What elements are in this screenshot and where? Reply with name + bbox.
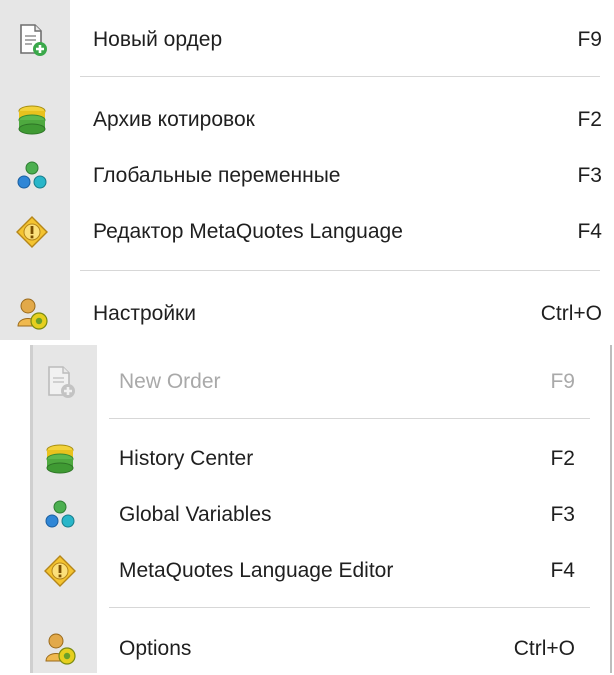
menu-item-options[interactable]: Настройки Ctrl+O xyxy=(0,290,614,338)
history-center-icon xyxy=(42,441,78,477)
menu-item-shortcut: F3 xyxy=(550,503,575,526)
metaeditor-icon xyxy=(14,214,50,250)
menu-item-shortcut: F4 xyxy=(550,559,575,582)
menu-item-shortcut: F2 xyxy=(577,108,602,131)
menu-item-new-order[interactable]: Новый ордер F9 xyxy=(0,16,614,64)
menu-item-label: History Center xyxy=(119,447,254,470)
menu-item-new-order[interactable]: New Order F9 xyxy=(33,358,610,406)
metaeditor-icon xyxy=(42,553,78,589)
options-icon xyxy=(14,296,50,332)
new-order-icon xyxy=(42,364,78,400)
menu-separator xyxy=(109,418,590,419)
history-center-icon xyxy=(14,102,50,138)
new-order-icon xyxy=(14,22,50,58)
menu-item-global-variables[interactable]: Global Variables F3 xyxy=(33,491,610,539)
menu-item-metaeditor[interactable]: Редактор MetaQuotes Language F4 xyxy=(0,208,614,256)
menu-item-history-center[interactable]: History Center F2 xyxy=(33,435,610,483)
menu-item-label: MetaQuotes Language Editor xyxy=(119,559,394,582)
menu-item-shortcut: F4 xyxy=(577,220,602,243)
menu-item-options[interactable]: Options Ctrl+O xyxy=(33,625,610,673)
menu-item-history-center[interactable]: Архив котировок F2 xyxy=(0,96,614,144)
context-menu-russian: Новый ордер F9 Архив котировок F2 Глобал… xyxy=(0,0,614,340)
global-variables-icon xyxy=(14,158,50,194)
menu-item-label: Архив котировок xyxy=(93,108,255,131)
menu-item-metaeditor[interactable]: MetaQuotes Language Editor F4 xyxy=(33,547,610,595)
menu-item-shortcut: F9 xyxy=(577,28,602,51)
menu-separator xyxy=(80,76,600,77)
menu-item-global-variables[interactable]: Глобальные переменные F3 xyxy=(0,152,614,200)
menu-separator xyxy=(80,270,600,271)
menu-item-label: Настройки xyxy=(93,302,196,325)
menu-item-shortcut: Ctrl+O xyxy=(540,302,602,325)
menu-item-shortcut: F2 xyxy=(550,447,575,470)
menu-item-label: Глобальные переменные xyxy=(93,164,341,187)
menu-item-label: Редактор MetaQuotes Language xyxy=(93,220,403,243)
menu-item-shortcut: F3 xyxy=(577,164,602,187)
menu-item-label: Новый ордер xyxy=(93,28,223,51)
menu-item-shortcut: F9 xyxy=(550,370,575,393)
context-menu-english: New Order F9 History Center F2 Global Va… xyxy=(30,345,612,673)
global-variables-icon xyxy=(42,497,78,533)
menu-item-label: Global Variables xyxy=(119,503,272,526)
menu-item-shortcut: Ctrl+O xyxy=(513,637,575,660)
menu-separator xyxy=(109,607,590,608)
options-icon xyxy=(42,631,78,667)
menu-item-label: Options xyxy=(119,637,192,660)
menu-item-label: New Order xyxy=(119,370,221,393)
